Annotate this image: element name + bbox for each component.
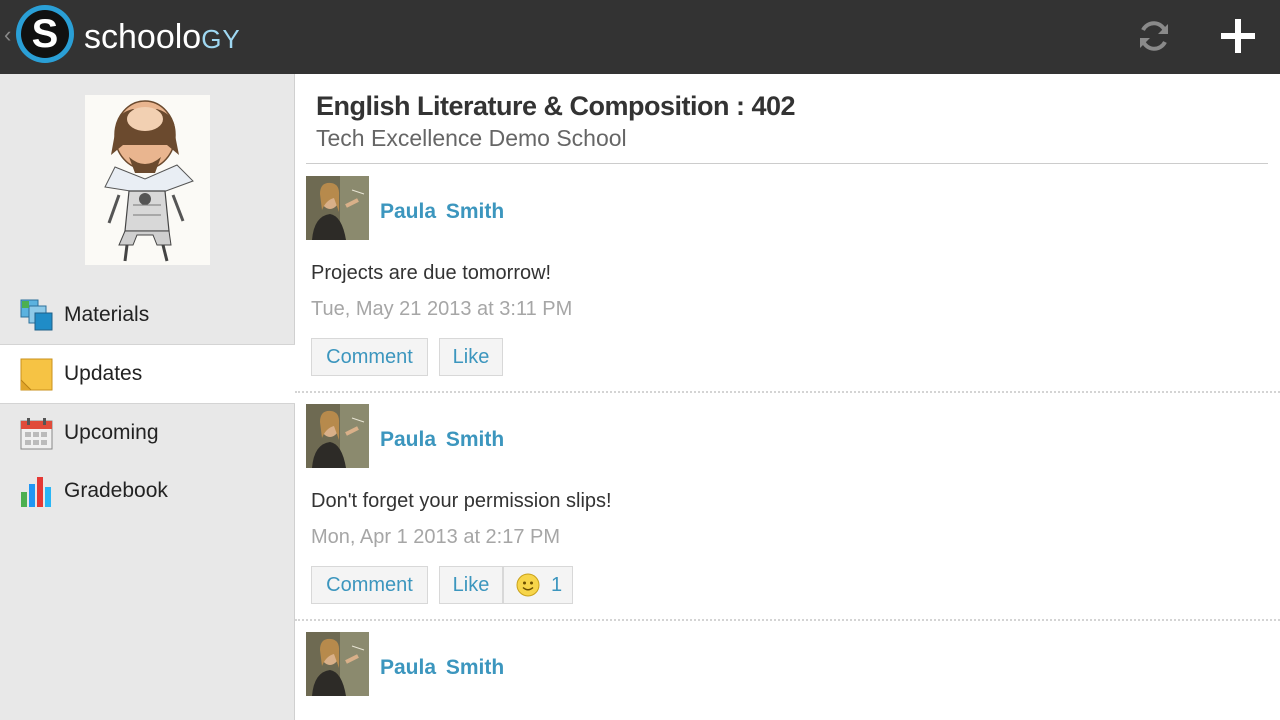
like-count: 1: [551, 574, 563, 596]
update-message: Projects are due tomorrow!: [311, 262, 552, 284]
smiley-icon: [516, 573, 540, 597]
sidebar-item-label: Gradebook: [64, 479, 168, 502]
logo-letter: S: [21, 10, 69, 58]
post-divider: [295, 619, 1280, 621]
sidebar-item-upcoming[interactable]: Upcoming: [0, 404, 294, 462]
app-name: schooloGY: [84, 18, 241, 57]
calendar-icon: [20, 418, 53, 450]
materials-icon: [20, 299, 53, 331]
update-message: Don't forget your permission slips!: [311, 490, 612, 512]
course-title: English Literature & Composition : 402: [316, 91, 796, 121]
plus-icon[interactable]: [1216, 14, 1260, 58]
like-button[interactable]: Like: [439, 338, 503, 376]
back-chevron-icon[interactable]: ‹: [4, 22, 11, 48]
sidebar-item-materials[interactable]: Materials: [0, 286, 294, 344]
gradebook-icon: [21, 477, 51, 507]
app-name-main: schoolo: [84, 18, 202, 56]
author-avatar[interactable]: [306, 176, 369, 240]
school-name: Tech Excellence Demo School: [316, 125, 627, 151]
like-button[interactable]: Like: [439, 566, 503, 604]
sidebar-item-label: Upcoming: [64, 421, 159, 444]
refresh-icon[interactable]: [1134, 16, 1174, 56]
update-timestamp: Mon, Apr 1 2013 at 2:17 PM: [311, 526, 561, 548]
updates-feed: English Literature & Composition : 402 T…: [295, 74, 1280, 720]
action-bar: ‹ S schooloGY: [0, 0, 1280, 74]
sidebar-item-label: Materials: [64, 303, 150, 326]
author-avatar[interactable]: [306, 632, 369, 696]
post-divider: [295, 391, 1280, 393]
sidebar-item-updates[interactable]: Updates: [0, 344, 295, 404]
sidebar-item-label: Updates: [64, 362, 143, 385]
course-profile-picture: [85, 95, 210, 265]
comment-button[interactable]: Comment: [311, 338, 428, 376]
app-name-suffix: GY: [201, 24, 241, 54]
like-count-badge[interactable]: 1: [503, 566, 573, 604]
author-avatar[interactable]: [306, 404, 369, 468]
updates-icon: [20, 358, 53, 391]
header-divider: [306, 163, 1268, 164]
author-name[interactable]: Paula Smith: [380, 656, 504, 680]
comment-button[interactable]: Comment: [311, 566, 428, 604]
update-timestamp: Tue, May 21 2013 at 3:11 PM: [311, 298, 573, 320]
sidebar-item-gradebook[interactable]: Gradebook: [0, 462, 294, 520]
course-sidebar: Materials Updates Upcoming Gradebook: [0, 74, 295, 720]
author-name[interactable]: Paula Smith: [380, 200, 504, 224]
author-name[interactable]: Paula Smith: [380, 428, 504, 452]
